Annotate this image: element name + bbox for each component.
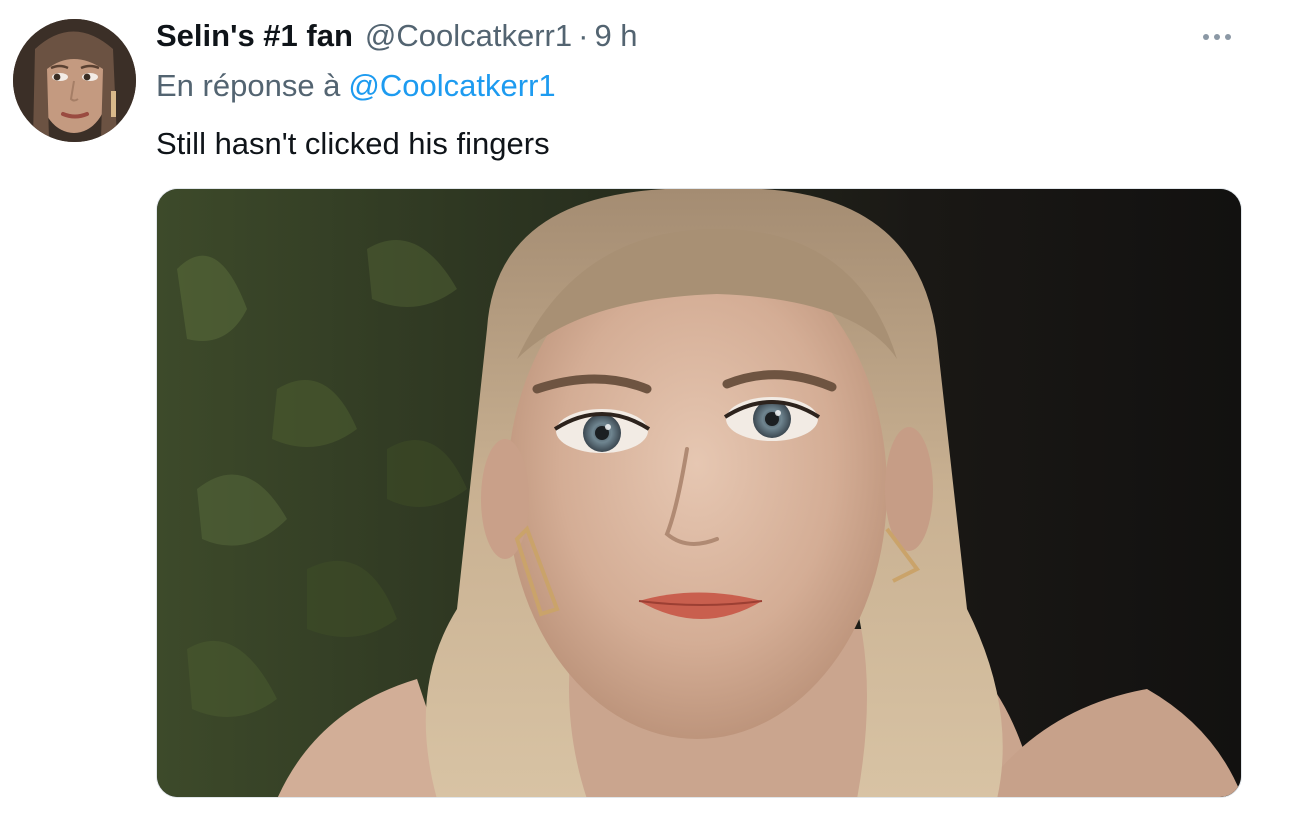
photo-image-icon xyxy=(157,189,1241,797)
tweet-header: Selin's #1 fan @Coolcatkerr1 · 9 h xyxy=(156,14,638,58)
reply-context: En réponse à @Coolcatkerr1 xyxy=(156,64,556,108)
author-handle[interactable]: @Coolcatkerr1 xyxy=(365,14,572,58)
reply-handle-link[interactable]: @Coolcatkerr1 xyxy=(348,68,555,103)
tweet-text: Still hasn't clicked his fingers xyxy=(156,126,550,161)
tweet-card[interactable]: Selin's #1 fan @Coolcatkerr1 · 9 h En ré… xyxy=(0,0,1290,814)
author-avatar[interactable] xyxy=(13,19,136,142)
author-display-name[interactable]: Selin's #1 fan xyxy=(156,14,353,58)
more-dots-icon xyxy=(1203,34,1231,40)
more-options-button[interactable] xyxy=(1202,22,1232,52)
tweet-timestamp[interactable]: 9 h xyxy=(594,14,637,58)
reply-prefix: En réponse à xyxy=(156,68,341,103)
tweet-media-photo[interactable] xyxy=(156,188,1242,798)
avatar-photo-icon xyxy=(13,19,136,142)
header-separator: · xyxy=(578,18,589,53)
